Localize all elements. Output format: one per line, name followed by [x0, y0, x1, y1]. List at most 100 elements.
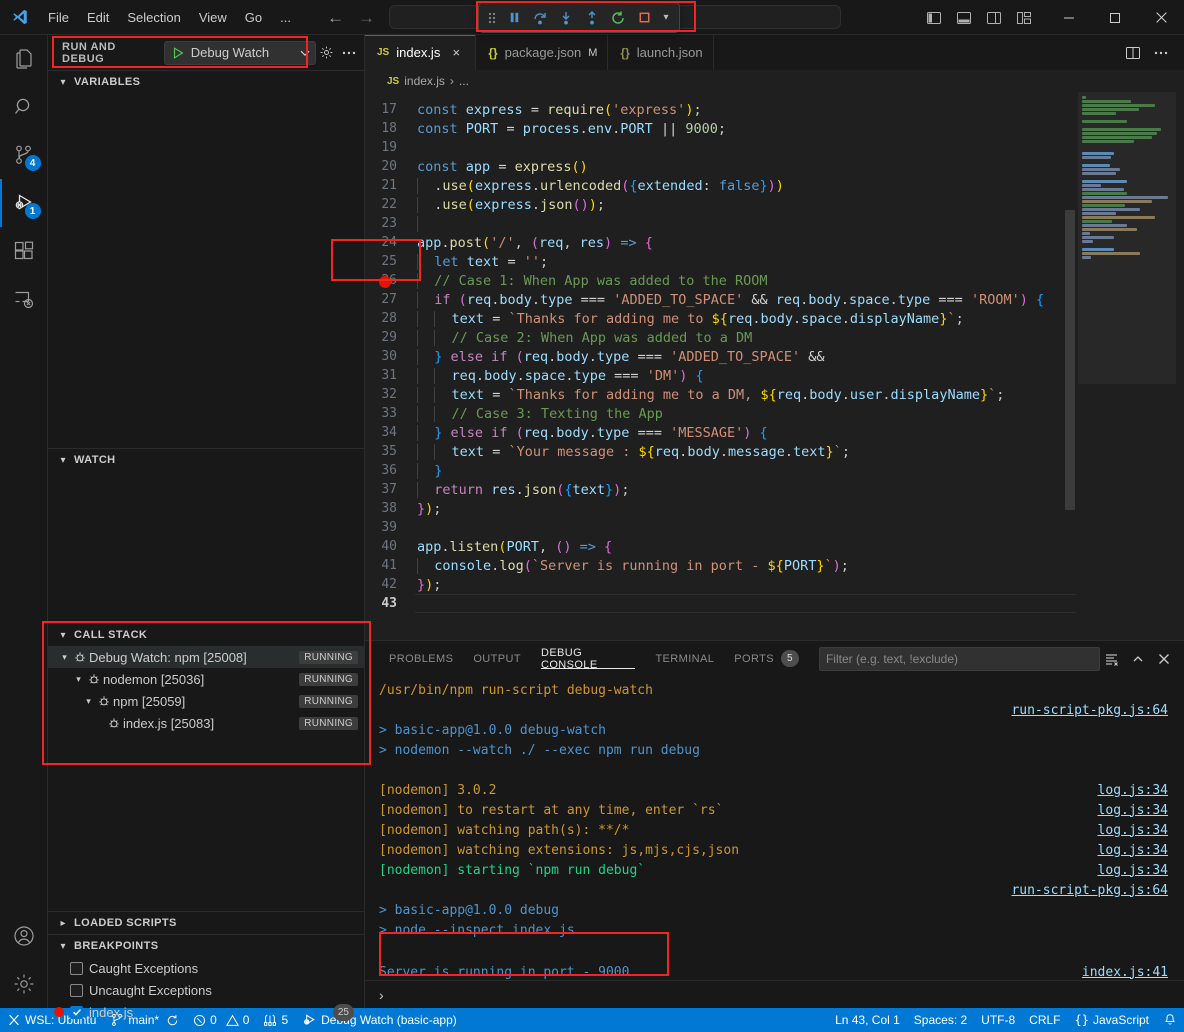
loaded-scripts-section-header[interactable]: ▸ LOADED SCRIPTS [48, 912, 364, 934]
status-indentation[interactable]: Spaces: 2 [907, 1008, 974, 1032]
console-source-link[interactable]: index.js:41 [1082, 965, 1184, 980]
console-source-link[interactable]: log.js:34 [1098, 823, 1184, 838]
activity-item-remote-explorer[interactable] [0, 275, 48, 323]
chevron-down-icon[interactable]: ▾ [58, 652, 71, 663]
debug-toolbar[interactable]: ▾ [478, 2, 680, 33]
collapse-panel-icon[interactable] [1126, 647, 1150, 671]
variables-section-header[interactable]: ▾ VARIABLES [48, 71, 364, 93]
menu-view[interactable]: View [191, 7, 235, 28]
status-eol[interactable]: CRLF [1022, 1008, 1067, 1032]
go-forward-icon[interactable]: → [358, 9, 375, 26]
debug-console-output[interactable]: /usr/bin/npm run-script debug-watch run-… [365, 676, 1184, 980]
debug-more-chevron-icon[interactable]: ▾ [657, 12, 675, 23]
customize-layout-icon[interactable] [1010, 4, 1038, 32]
code-line: 40app.listen(PORT, () => { [365, 537, 1076, 556]
toggle-primary-sidebar-icon[interactable] [920, 4, 948, 32]
window-maximize-icon[interactable] [1092, 0, 1138, 35]
watch-section-header[interactable]: ▾ WATCH [48, 449, 364, 471]
call-stack-row[interactable]: ▾ nodemon [25036] RUNNING [48, 668, 364, 690]
tab-package-json[interactable]: {} package.json M [476, 35, 608, 70]
chevron-down-icon[interactable] [299, 47, 311, 59]
drag-handle-icon[interactable] [483, 11, 501, 25]
call-stack-row[interactable]: ▾ Debug Watch: npm [25008] RUNNING [48, 646, 364, 668]
status-encoding[interactable]: UTF-8 [974, 1008, 1022, 1032]
clear-console-icon[interactable] [1100, 647, 1124, 671]
close-icon[interactable]: × [447, 44, 465, 62]
chevron-down-icon[interactable]: ▾ [82, 696, 95, 707]
play-icon[interactable] [171, 46, 185, 60]
toggle-panel-icon[interactable] [950, 4, 978, 32]
activity-item-manage-settings[interactable] [0, 960, 48, 1008]
console-source-link[interactable]: log.js:34 [1098, 803, 1184, 818]
activity-item-search[interactable] [0, 83, 48, 131]
call-stack-row[interactable]: index.js [25083] RUNNING [48, 712, 364, 734]
open-launch-json-gear-icon[interactable] [316, 41, 338, 65]
editor-minimap[interactable] [1076, 92, 1184, 640]
panel-tab-debug-console[interactable]: DEBUG CONSOLE [531, 641, 645, 676]
menu-more[interactable]: ... [272, 7, 299, 28]
sidebar-more-actions-icon[interactable] [338, 41, 360, 65]
breakpoint-row-uncaught-exceptions[interactable]: Uncaught Exceptions [48, 979, 364, 1001]
console-source-link[interactable]: log.js:34 [1098, 863, 1184, 878]
window-close-icon[interactable] [1138, 0, 1184, 35]
window-minimize-icon[interactable] [1046, 0, 1092, 35]
launch-configuration-selector[interactable]: Debug Watch [164, 41, 316, 65]
menu-edit[interactable]: Edit [79, 7, 117, 28]
menu-selection[interactable]: Selection [119, 7, 188, 28]
breakpoint-row-caught-exceptions[interactable]: Caught Exceptions [48, 957, 364, 979]
debug-stop-icon[interactable] [631, 6, 657, 30]
tab-index-js[interactable]: JS index.js × [365, 35, 476, 70]
activity-item-accounts[interactable] [0, 912, 48, 960]
activity-item-extensions[interactable] [0, 227, 48, 275]
breakpoint-checkbox[interactable] [70, 984, 83, 997]
console-source-link[interactable]: run-script-pkg.js:64 [1011, 703, 1184, 718]
debug-step-over-icon[interactable] [527, 6, 553, 30]
editor-group: JS index.js × {} package.json M {} launc… [365, 35, 1184, 1008]
debug-step-out-icon[interactable] [579, 6, 605, 30]
console-source-link[interactable]: log.js:34 [1098, 783, 1184, 798]
breadcrumb-rest[interactable]: ... [459, 74, 469, 88]
tab-launch-json[interactable]: {} launch.json [608, 35, 713, 70]
panel-tab-problems[interactable]: PROBLEMS [379, 641, 463, 676]
breakpoint-row-index-js[interactable]: index.js 25 [48, 1001, 364, 1023]
console-text: > nodemon --watch ./ --exec npm run debu… [379, 743, 700, 758]
breakpoints-section-header[interactable]: ▾ BREAKPOINTS [48, 935, 364, 957]
split-editor-icon[interactable] [1120, 40, 1146, 66]
code-line: 26 // Case 1: When App was added to the … [365, 271, 1076, 290]
call-stack-section-header[interactable]: ▾ CALL STACK [48, 624, 364, 646]
call-stack-row[interactable]: ▾ npm [25059] RUNNING [48, 690, 364, 712]
eol-label: CRLF [1029, 1013, 1060, 1027]
activity-item-run-and-debug[interactable]: 1 [0, 179, 48, 227]
panel-tab-terminal[interactable]: TERMINAL [645, 641, 724, 676]
breakpoint-checkbox[interactable] [70, 1006, 83, 1019]
console-line: run-script-pkg.js:64 [365, 700, 1184, 720]
toggle-secondary-sidebar-icon[interactable] [980, 4, 1008, 32]
console-source-link[interactable]: run-script-pkg.js:64 [1011, 883, 1184, 898]
editor-scrollbar[interactable] [1065, 210, 1075, 510]
chevron-down-icon[interactable]: ▾ [72, 674, 85, 685]
debug-step-into-icon[interactable] [553, 6, 579, 30]
menu-file[interactable]: File [40, 7, 77, 28]
console-filter-input[interactable]: Filter (e.g. text, !exclude) [819, 647, 1100, 671]
debug-restart-icon[interactable] [605, 6, 631, 30]
panel-tab-output[interactable]: OUTPUT [463, 641, 531, 676]
status-cursor-position[interactable]: Ln 43, Col 1 [828, 1008, 907, 1032]
code-area[interactable]: 17const express = require('express'); 18… [365, 92, 1076, 640]
menu-go[interactable]: Go [237, 7, 270, 28]
close-panel-icon[interactable] [1152, 647, 1176, 671]
go-back-icon[interactable]: ← [327, 9, 344, 26]
debug-console-input[interactable]: › [365, 980, 1184, 1008]
activity-item-explorer[interactable] [0, 35, 48, 83]
editor-more-actions-icon[interactable] [1148, 40, 1174, 66]
breakpoint-checkbox[interactable] [70, 962, 83, 975]
status-notifications[interactable] [1156, 1008, 1184, 1032]
call-stack-list: ▾ Debug Watch: npm [25008] RUNNING ▾ nod… [48, 646, 364, 734]
panel-tab-ports[interactable]: PORTS 5 [724, 641, 809, 676]
status-language-mode[interactable]: {} JavaScript [1068, 1008, 1156, 1032]
activity-item-source-control[interactable]: 4 [0, 131, 48, 179]
breakpoint-dot-icon[interactable] [379, 276, 391, 288]
console-source-link[interactable]: log.js:34 [1098, 843, 1184, 858]
code-editor[interactable]: 17const express = require('express'); 18… [365, 92, 1184, 640]
debug-pause-icon[interactable] [501, 6, 527, 30]
breadcrumb-file[interactable]: index.js [404, 74, 445, 88]
